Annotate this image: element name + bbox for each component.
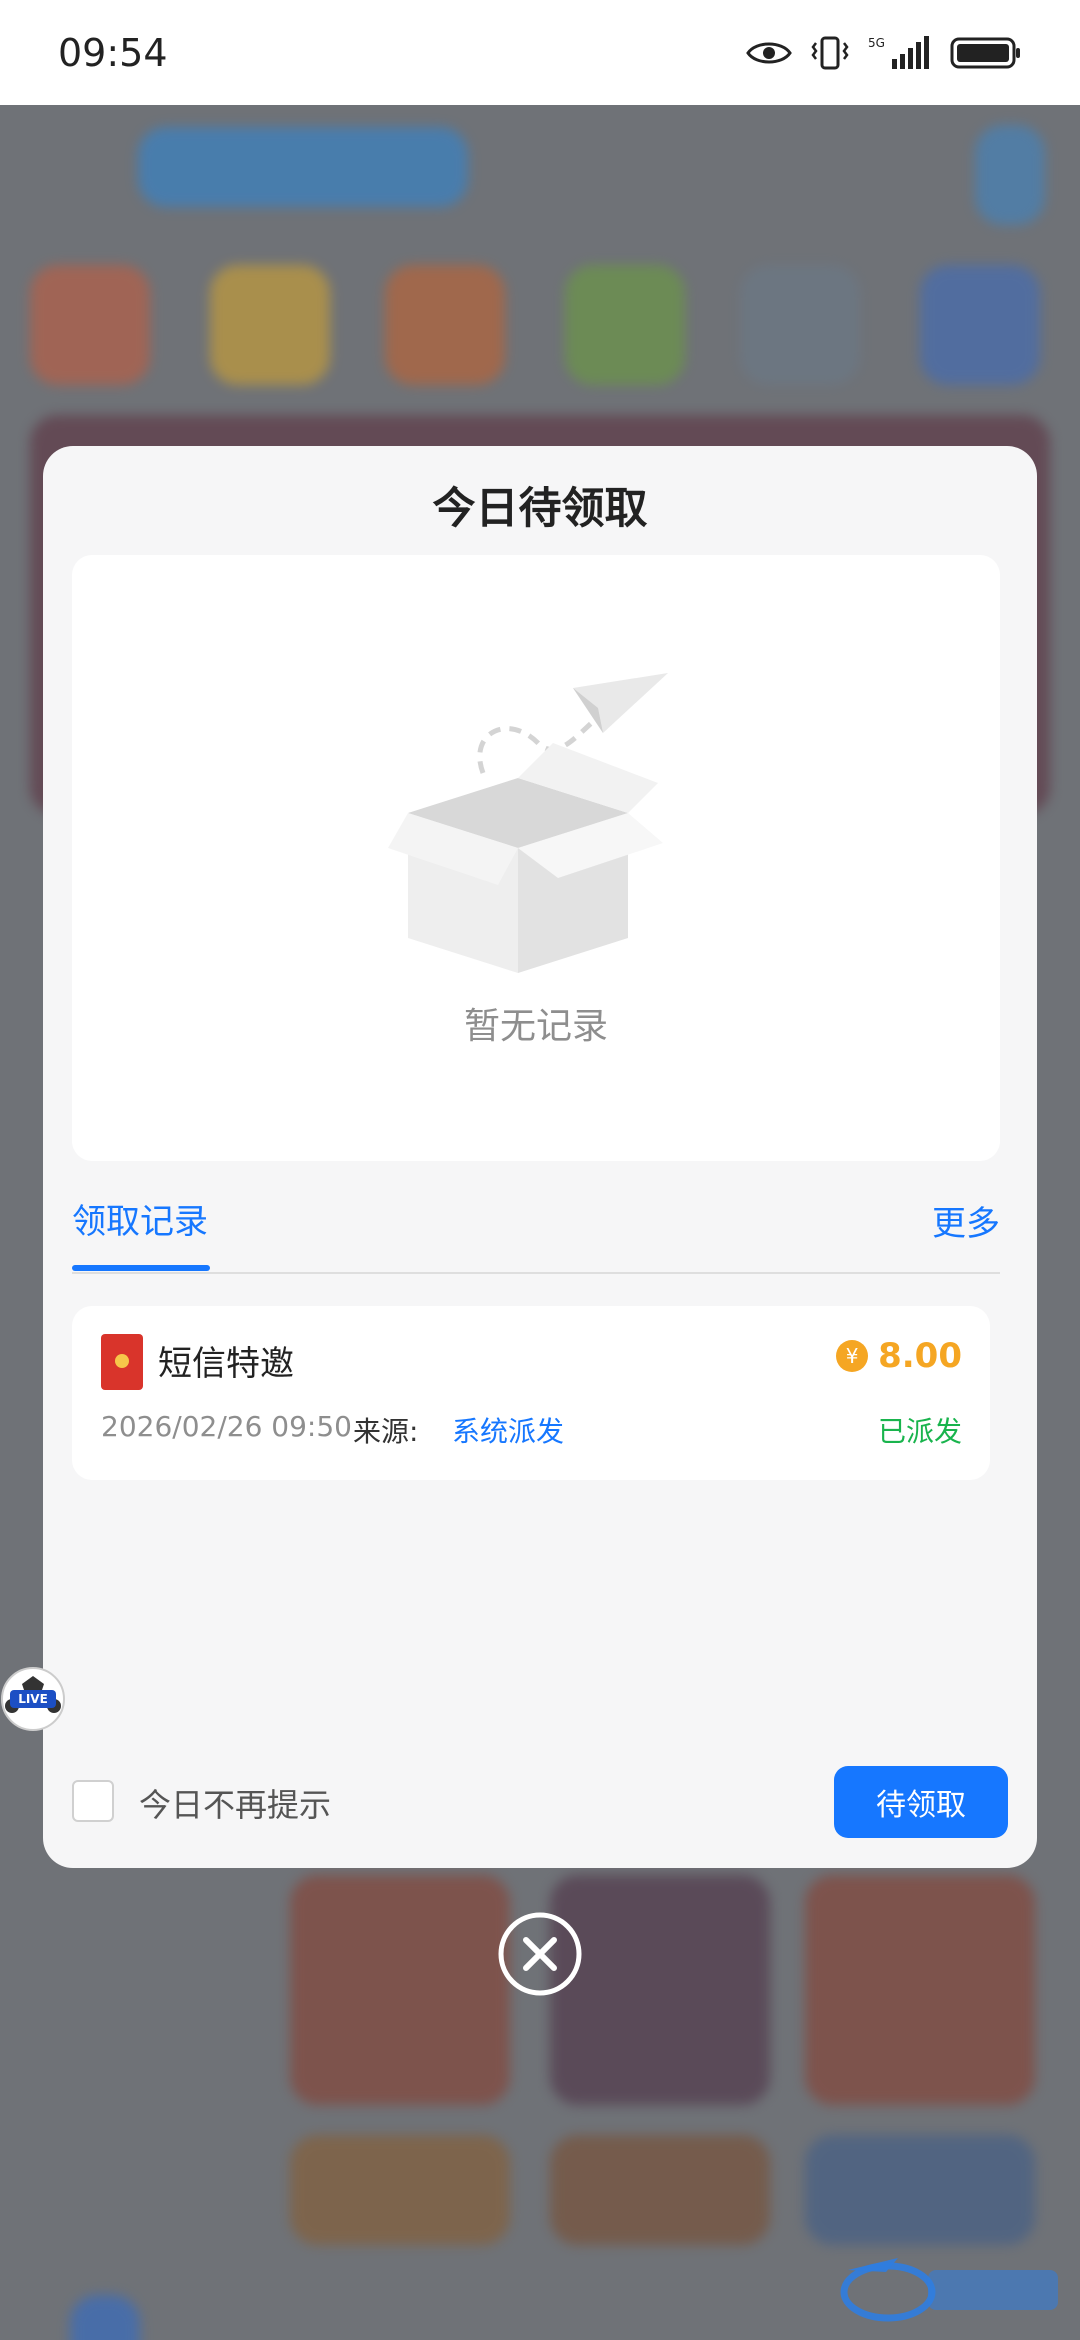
vibrate-icon [811,36,849,69]
status-time: 09:54 [58,30,168,75]
status-bar: 09:54 5G [0,0,1080,105]
more-link[interactable]: 更多 [932,1196,1000,1245]
live-football-icon[interactable]: LIVE [0,1666,66,1732]
coin-icon: ¥ [836,1340,869,1372]
status-icons: 5G [746,35,1022,71]
modal-title: 今日待领取 [432,484,648,534]
signal-icon: 5G [868,35,929,69]
live-badge-text: LIVE [18,1692,48,1706]
tab-divider [72,1272,1000,1274]
watermark-logo [840,2258,1058,2322]
record-source-value: 系统派发 [452,1415,565,1448]
dont-show-today-label[interactable]: 今日不再提示 [139,1780,331,1826]
record-source-label: 来源: [353,1415,419,1448]
tab-claim-records[interactable]: 领取记录 [72,1194,208,1243]
svg-text:5G: 5G [868,36,885,50]
empty-state-card: 暂无记录 [72,555,1000,1161]
pending-claim-button[interactable]: 待领取 [834,1766,1008,1838]
record-amount-group: ¥ 8.00 [836,1336,962,1376]
dont-show-today-checkbox[interactable] [72,1780,114,1822]
record-datetime: 2026/02/26 09:50 [101,1410,352,1443]
record-title: 短信特邀 [158,1344,294,1384]
close-icon[interactable] [497,1911,583,1997]
record-status: 已派发 [877,1415,962,1448]
record-amount: 8.00 [878,1336,962,1376]
tab-active-indicator [72,1265,210,1271]
battery-icon [950,37,1020,68]
daily-claim-modal: 今日待领取 暂无记录 领取记录 更多 短信特邀 ¥ 8.00 2026/02/2… [43,446,1037,1868]
empty-state-text: 暂无记录 [463,1006,608,1047]
eye-icon [746,42,792,63]
empty-box-icon [388,673,668,973]
red-envelope-icon [101,1334,143,1390]
record-item[interactable]: 短信特邀 ¥ 8.00 2026/02/26 09:50 来源: 系统派发 已派… [72,1306,990,1480]
